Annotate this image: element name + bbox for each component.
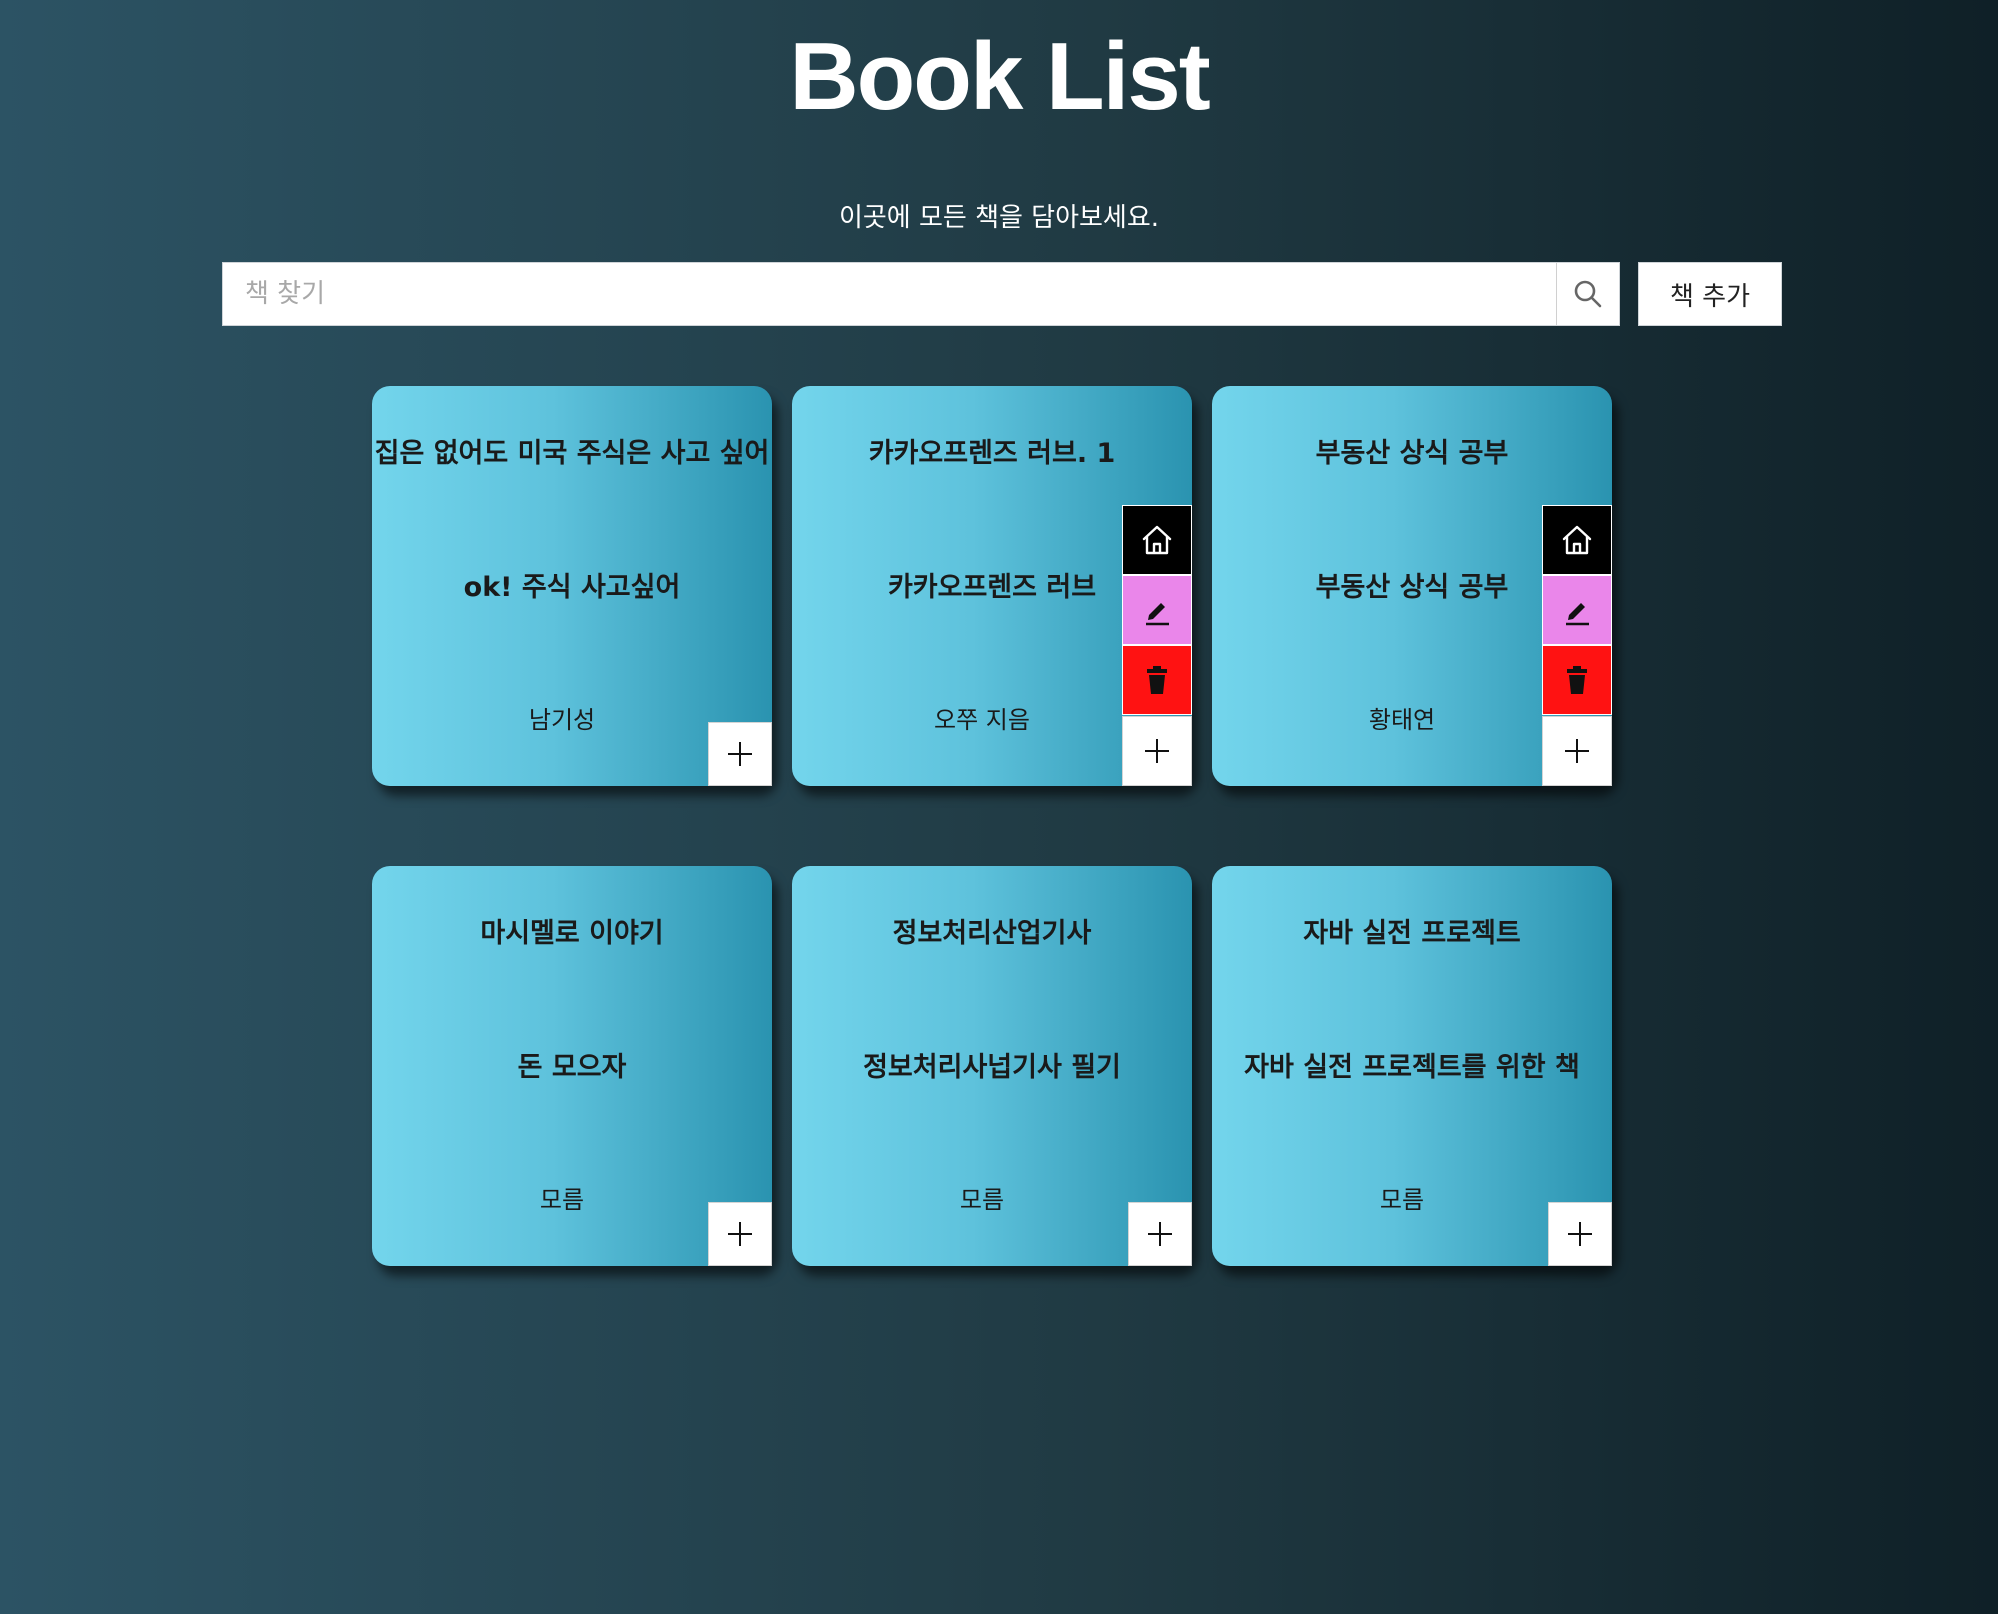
book-card[interactable]: 카카오프렌즈 러브. 1 카카오프렌즈 러브 오쭈 지음 — [792, 386, 1192, 786]
book-author: 모름 — [959, 1186, 1005, 1214]
add-book-button[interactable]: 책 추가 — [1638, 262, 1782, 326]
expand-button[interactable] — [708, 722, 772, 786]
book-card[interactable]: 부동산 상식 공부 부동산 상식 공부 황태연 — [1212, 386, 1612, 786]
book-author: 황태연 — [1368, 706, 1436, 734]
page-title: Book List — [789, 23, 1210, 130]
trash-icon — [1567, 666, 1587, 694]
home-icon — [1562, 525, 1592, 555]
book-title: 마시멜로 이야기 — [480, 918, 664, 949]
card-actions — [1542, 505, 1612, 715]
expand-button[interactable] — [1128, 1202, 1192, 1266]
book-subtitle: 정보처리사넙기사 필기 — [863, 1052, 1121, 1083]
book-author: 모름 — [539, 1186, 585, 1214]
pencil-icon — [1146, 603, 1169, 626]
book-author: 남기성 — [528, 706, 596, 734]
book-title: 카카오프렌즈 러브. 1 — [868, 438, 1116, 469]
book-card[interactable]: 집은 없어도 미국 주식은 사고 싶어 ok! 주식 사고싶어 남기성 — [372, 386, 772, 786]
search-button[interactable] — [1556, 263, 1619, 325]
home-button[interactable] — [1122, 505, 1192, 575]
book-author: 오쭈 지음 — [934, 706, 1030, 734]
plus-icon — [1148, 1222, 1172, 1246]
search-icon — [1574, 280, 1602, 308]
book-title: 집은 없어도 미국 주식은 사고 싶어 — [374, 438, 770, 469]
edit-button[interactable] — [1542, 575, 1612, 645]
book-subtitle: ok! 주식 사고싶어 — [463, 572, 681, 603]
edit-button[interactable] — [1122, 575, 1192, 645]
book-title: 자바 실전 프로젝트 — [1303, 918, 1521, 949]
expand-button[interactable] — [1548, 1202, 1612, 1266]
pencil-icon — [1566, 603, 1589, 626]
delete-button[interactable] — [1122, 645, 1192, 715]
plus-icon — [1565, 739, 1589, 763]
trash-icon — [1147, 666, 1167, 694]
book-subtitle: 자바 실전 프로젝트를 위한 책 — [1244, 1052, 1580, 1083]
search-bar — [222, 262, 1620, 326]
book-subtitle: 돈 모으자 — [517, 1052, 627, 1083]
book-card[interactable]: 마시멜로 이야기 돈 모으자 모름 — [372, 866, 772, 1266]
expand-button[interactable] — [708, 1202, 772, 1266]
expand-button[interactable] — [1542, 716, 1612, 786]
plus-icon — [1145, 739, 1169, 763]
book-title: 부동산 상식 공부 — [1315, 438, 1509, 469]
search-input[interactable] — [223, 263, 1556, 325]
plus-icon — [1568, 1222, 1592, 1246]
delete-button[interactable] — [1542, 645, 1612, 715]
card-actions — [1122, 505, 1192, 715]
home-icon — [1142, 525, 1172, 555]
book-card[interactable]: 자바 실전 프로젝트 자바 실전 프로젝트를 위한 책 모름 — [1212, 866, 1612, 1266]
plus-icon — [728, 742, 752, 766]
book-grid: 집은 없어도 미국 주식은 사고 싶어 ok! 주식 사고싶어 남기성 카카오프… — [372, 386, 1612, 1266]
plus-icon — [728, 1222, 752, 1246]
book-title: 정보처리산업기사 — [892, 918, 1092, 949]
expand-button[interactable] — [1122, 716, 1192, 786]
page-subtitle: 이곳에 모든 책을 담아보세요. — [838, 203, 1160, 233]
home-button[interactable] — [1542, 505, 1612, 575]
book-card[interactable]: 정보처리산업기사 정보처리사넙기사 필기 모름 — [792, 866, 1192, 1266]
book-author: 모름 — [1379, 1186, 1425, 1214]
